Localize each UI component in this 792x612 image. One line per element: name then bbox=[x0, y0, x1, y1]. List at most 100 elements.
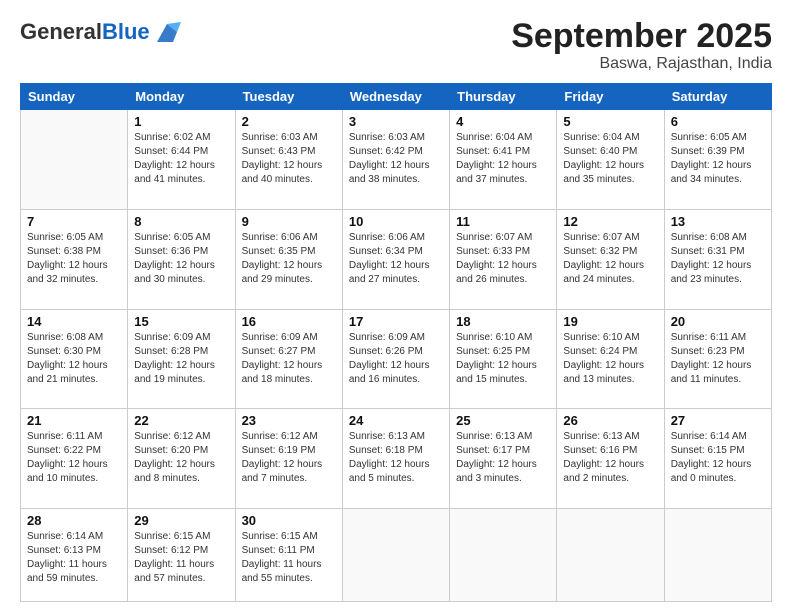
day-number: 29 bbox=[134, 513, 228, 528]
location: Baswa, Rajasthan, India bbox=[511, 55, 772, 73]
day-info: Sunrise: 6:04 AM Sunset: 6:41 PM Dayligh… bbox=[456, 131, 550, 187]
day-info: Sunrise: 6:12 AM Sunset: 6:19 PM Dayligh… bbox=[242, 430, 336, 486]
table-row: 22Sunrise: 6:12 AM Sunset: 6:20 PM Dayli… bbox=[128, 409, 235, 509]
header-monday: Monday bbox=[128, 84, 235, 110]
table-row: 1 Sunrise: 6:02 AM Sunset: 6:44 PM Daylig… bbox=[128, 110, 235, 210]
table-row bbox=[557, 509, 664, 602]
table-row: 11Sunrise: 6:07 AM Sunset: 6:33 PM Dayli… bbox=[450, 210, 557, 310]
day-number: 3 bbox=[349, 114, 443, 129]
title-block: September 2025 Baswa, Rajasthan, India bbox=[511, 18, 772, 73]
day-number: 20 bbox=[671, 314, 765, 329]
day-info: Sunrise: 6:11 AM Sunset: 6:22 PM Dayligh… bbox=[27, 430, 121, 486]
day-number: 6 bbox=[671, 114, 765, 129]
day-number: 30 bbox=[242, 513, 336, 528]
day-number: 25 bbox=[456, 413, 550, 428]
day-number: 7 bbox=[27, 214, 121, 229]
table-row: 21 Sunrise: 6:11 AM Sunset: 6:22 PM Dayli… bbox=[21, 409, 128, 509]
header-thursday: Thursday bbox=[450, 84, 557, 110]
table-row bbox=[664, 509, 771, 602]
table-row: 7 Sunrise: 6:05 AM Sunset: 6:38 PM Daylig… bbox=[21, 210, 128, 310]
day-info: Sunrise: 6:13 AM Sunset: 6:18 PM Dayligh… bbox=[349, 430, 443, 486]
day-number: 28 bbox=[27, 513, 121, 528]
day-number: 4 bbox=[456, 114, 550, 129]
table-row: 12 Sunrise: 6:07 AM Sunset: 6:32 PM Dayli… bbox=[557, 210, 664, 310]
day-info: Sunrise: 6:04 AM Sunset: 6:40 PM Dayligh… bbox=[563, 131, 657, 187]
day-number: 1 bbox=[134, 114, 228, 129]
day-number: 14 bbox=[27, 314, 121, 329]
table-row bbox=[450, 509, 557, 602]
calendar: Sunday Monday Tuesday Wednesday Thursday… bbox=[20, 83, 772, 602]
table-row: 8 Sunrise: 6:05 AM Sunset: 6:36 PM Daylig… bbox=[128, 210, 235, 310]
day-number: 15 bbox=[134, 314, 228, 329]
table-row: 25 Sunrise: 6:13 AM Sunset: 6:17 PM Dayli… bbox=[450, 409, 557, 509]
day-number: 17 bbox=[349, 314, 443, 329]
table-row: 19Sunrise: 6:10 AM Sunset: 6:24 PM Dayli… bbox=[557, 309, 664, 409]
day-number: 5 bbox=[563, 114, 657, 129]
day-info: Sunrise: 6:05 AM Sunset: 6:36 PM Dayligh… bbox=[134, 231, 228, 287]
day-info: Sunrise: 6:06 AM Sunset: 6:35 PM Dayligh… bbox=[242, 231, 336, 287]
table-row: 14 Sunrise: 6:08 AM Sunset: 6:30 PM Dayli… bbox=[21, 309, 128, 409]
day-info: Sunrise: 6:11 AM Sunset: 6:23 PM Dayligh… bbox=[671, 331, 765, 387]
day-number: 13 bbox=[671, 214, 765, 229]
logo-blue: Blue bbox=[102, 19, 150, 44]
day-info: Sunrise: 6:10 AM Sunset: 6:25 PM Dayligh… bbox=[456, 331, 550, 387]
day-number: 8 bbox=[134, 214, 228, 229]
day-info: Sunrise: 6:06 AM Sunset: 6:34 PM Dayligh… bbox=[349, 231, 443, 287]
day-info: Sunrise: 6:08 AM Sunset: 6:30 PM Dayligh… bbox=[27, 331, 121, 387]
table-row: 13 Sunrise: 6:08 AM Sunset: 6:31 PM Dayli… bbox=[664, 210, 771, 310]
day-info: Sunrise: 6:09 AM Sunset: 6:28 PM Dayligh… bbox=[134, 331, 228, 387]
day-info: Sunrise: 6:15 AM Sunset: 6:12 PM Dayligh… bbox=[134, 530, 228, 586]
day-info: Sunrise: 6:13 AM Sunset: 6:17 PM Dayligh… bbox=[456, 430, 550, 486]
day-info: Sunrise: 6:09 AM Sunset: 6:27 PM Dayligh… bbox=[242, 331, 336, 387]
table-row: 17 Sunrise: 6:09 AM Sunset: 6:26 PM Dayli… bbox=[342, 309, 449, 409]
day-info: Sunrise: 6:13 AM Sunset: 6:16 PM Dayligh… bbox=[563, 430, 657, 486]
table-row: 3Sunrise: 6:03 AM Sunset: 6:42 PM Daylig… bbox=[342, 110, 449, 210]
day-number: 2 bbox=[242, 114, 336, 129]
day-info: Sunrise: 6:09 AM Sunset: 6:26 PM Dayligh… bbox=[349, 331, 443, 387]
day-info: Sunrise: 6:02 AM Sunset: 6:44 PM Dayligh… bbox=[134, 131, 228, 187]
table-row: 10 Sunrise: 6:06 AM Sunset: 6:34 PM Dayli… bbox=[342, 210, 449, 310]
day-number: 26 bbox=[563, 413, 657, 428]
header-saturday: Saturday bbox=[664, 84, 771, 110]
day-number: 23 bbox=[242, 413, 336, 428]
day-number: 10 bbox=[349, 214, 443, 229]
day-number: 12 bbox=[563, 214, 657, 229]
header-sunday: Sunday bbox=[21, 84, 128, 110]
day-number: 21 bbox=[27, 413, 121, 428]
day-number: 16 bbox=[242, 314, 336, 329]
table-row: 23 Sunrise: 6:12 AM Sunset: 6:19 PM Dayli… bbox=[235, 409, 342, 509]
day-info: Sunrise: 6:07 AM Sunset: 6:32 PM Dayligh… bbox=[563, 231, 657, 287]
day-info: Sunrise: 6:14 AM Sunset: 6:13 PM Dayligh… bbox=[27, 530, 121, 586]
day-info: Sunrise: 6:05 AM Sunset: 6:38 PM Dayligh… bbox=[27, 231, 121, 287]
calendar-header-row: Sunday Monday Tuesday Wednesday Thursday… bbox=[21, 84, 772, 110]
table-row bbox=[21, 110, 128, 210]
table-row: 2 Sunrise: 6:03 AM Sunset: 6:43 PM Daylig… bbox=[235, 110, 342, 210]
day-number: 27 bbox=[671, 413, 765, 428]
day-info: Sunrise: 6:08 AM Sunset: 6:31 PM Dayligh… bbox=[671, 231, 765, 287]
day-number: 18 bbox=[456, 314, 550, 329]
table-row: 9 Sunrise: 6:06 AM Sunset: 6:35 PM Daylig… bbox=[235, 210, 342, 310]
day-info: Sunrise: 6:12 AM Sunset: 6:20 PM Dayligh… bbox=[134, 430, 228, 486]
header-tuesday: Tuesday bbox=[235, 84, 342, 110]
table-row: 6 Sunrise: 6:05 AM Sunset: 6:39 PM Daylig… bbox=[664, 110, 771, 210]
table-row: 15 Sunrise: 6:09 AM Sunset: 6:28 PM Dayli… bbox=[128, 309, 235, 409]
table-row: 5 Sunrise: 6:04 AM Sunset: 6:40 PM Daylig… bbox=[557, 110, 664, 210]
logo-general: General bbox=[20, 19, 102, 44]
logo-icon bbox=[153, 18, 181, 46]
logo: GeneralBlue bbox=[20, 18, 181, 46]
day-number: 9 bbox=[242, 214, 336, 229]
day-number: 11 bbox=[456, 214, 550, 229]
day-info: Sunrise: 6:05 AM Sunset: 6:39 PM Dayligh… bbox=[671, 131, 765, 187]
table-row: 29 Sunrise: 6:15 AM Sunset: 6:12 PM Dayli… bbox=[128, 509, 235, 602]
table-row: 30 Sunrise: 6:15 AM Sunset: 6:11 PM Dayli… bbox=[235, 509, 342, 602]
table-row: 28 Sunrise: 6:14 AM Sunset: 6:13 PM Dayli… bbox=[21, 509, 128, 602]
table-row: 26 Sunrise: 6:13 AM Sunset: 6:16 PM Dayli… bbox=[557, 409, 664, 509]
day-info: Sunrise: 6:15 AM Sunset: 6:11 PM Dayligh… bbox=[242, 530, 336, 586]
header-friday: Friday bbox=[557, 84, 664, 110]
table-row: 4 Sunrise: 6:04 AM Sunset: 6:41 PM Daylig… bbox=[450, 110, 557, 210]
day-number: 24 bbox=[349, 413, 443, 428]
day-info: Sunrise: 6:03 AM Sunset: 6:43 PM Dayligh… bbox=[242, 131, 336, 187]
table-row: 27Sunrise: 6:14 AM Sunset: 6:15 PM Dayli… bbox=[664, 409, 771, 509]
table-row bbox=[342, 509, 449, 602]
day-number: 19 bbox=[563, 314, 657, 329]
